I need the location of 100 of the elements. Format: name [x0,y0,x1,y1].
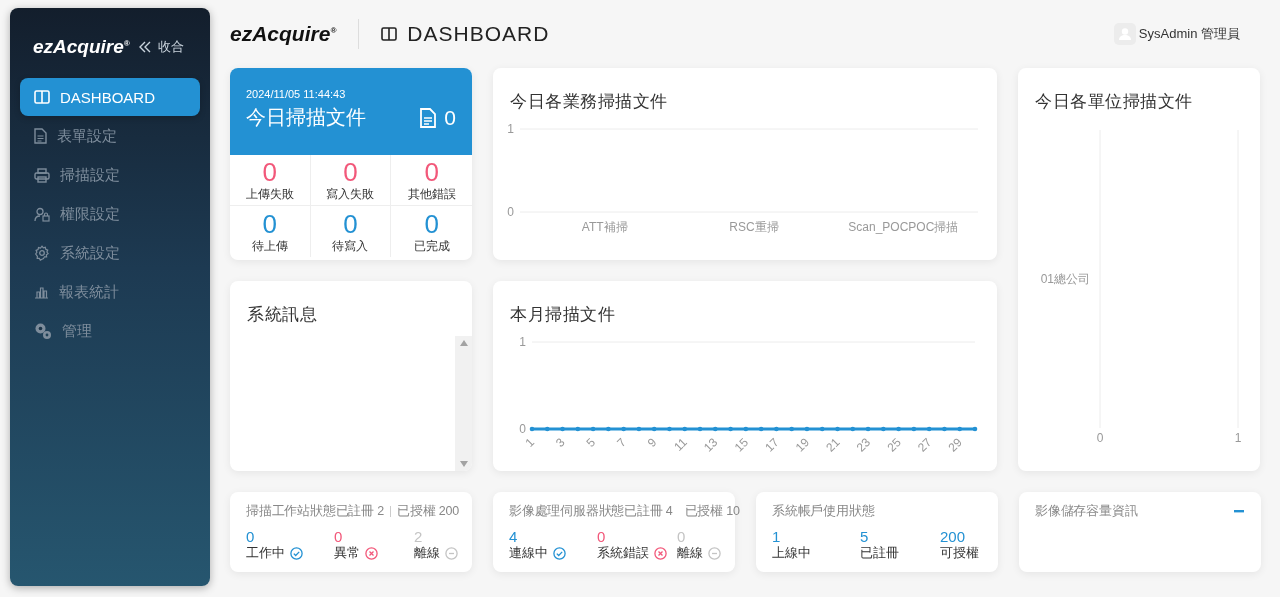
status-count: 1 [772,529,782,545]
status-label: 已註冊 [860,545,899,562]
minus-circle-icon [445,547,458,560]
columns-icon [34,90,50,104]
data-point [560,426,565,432]
license-count: 已授權 10 [684,503,740,520]
stat-value: 0 [424,210,439,238]
data-point [881,426,886,432]
data-point [697,426,703,432]
axis-tick-label: 1 [1234,431,1242,445]
sidebar-item[interactable]: 報表統計 [20,273,200,311]
data-point [606,426,611,432]
status-label: 離線 [677,545,703,562]
status-count: 0 [677,529,687,545]
status-count: 0 [334,529,344,545]
sidebar-item[interactable]: DASHBOARD [20,78,200,116]
axis-tick-label: 25 [884,435,904,455]
data-point [621,426,626,432]
page-title: DASHBOARD [407,22,550,46]
data-point [728,426,733,432]
user-name[interactable]: SysAdmin 管理員 [1138,25,1240,43]
data-point [911,426,917,432]
check-circle-icon [553,547,566,560]
panel-title: 影像儲存容量資訊 [1035,503,1138,520]
sidebar-item[interactable]: 掃描設定 [20,156,200,194]
double-chevron-left-icon [137,40,152,54]
category-label: 01總公司 [1040,272,1090,286]
stat-value: 0 [424,158,439,186]
axis-tick-label: 0 [507,205,514,219]
data-point [758,426,764,432]
stat-label: 待上傳 [251,238,288,255]
collapse-icon[interactable] [1234,510,1244,513]
data-point [545,426,550,432]
panel-title: 系統帳戶使用狀態 [772,503,875,520]
axis-tick-label: 11 [671,435,690,454]
data-point [575,426,581,432]
data-point [774,426,779,432]
document-icon [420,107,437,128]
axis-tick-label: 1 [507,122,514,136]
data-point [713,426,718,432]
axis-tick-label: 1 [522,435,538,450]
card-title: 系統訊息 [246,304,318,326]
document-icon [34,128,47,144]
data-point [804,426,810,432]
x-circle-icon [365,547,378,560]
axis-tick-label: 13 [701,435,721,455]
data-point [957,426,962,432]
status-label: 離線 [414,545,440,562]
card-title: 今日各單位掃描文件 [1034,91,1194,113]
printer-icon [34,167,50,183]
axis-tick-label: 27 [914,435,935,455]
x-circle-icon [654,547,667,560]
data-point [651,426,657,432]
stat-value: 0 [262,158,278,186]
scroll-down-icon[interactable] [459,461,468,467]
data-point [819,426,825,432]
axis-tick-label: 0 [1096,431,1104,445]
sidebar-item[interactable]: 管理 [20,312,200,350]
data-point [636,426,642,432]
document-count: 0 [444,105,456,130]
card-title: 今日掃描文件 [246,105,366,130]
sidebar-item[interactable]: 權限設定 [20,195,200,233]
data-point [942,426,947,432]
data-point [667,426,672,432]
sidebar-item[interactable]: 表單設定 [20,117,200,155]
axis-tick-label: 3 [553,435,568,450]
status-label: 上線中 [772,545,811,562]
stat-label: 其他錯誤 [407,186,456,203]
stat-label: 待寫入 [332,238,369,255]
scrollbar[interactable] [455,336,472,471]
collapse-button[interactable]: 收合 [137,38,184,56]
user-lock-icon [34,206,50,222]
license-count: 已授權 200 [397,503,459,520]
axis-tick-label: 23 [853,435,874,455]
category-label: ATT補掃 [581,220,628,234]
stat-label: 已完成 [413,238,450,255]
axis-tick-label: 0 [519,422,526,436]
scroll-up-icon[interactable] [459,340,468,346]
gears-icon [34,322,52,340]
stat-label: 寫入失敗 [326,186,375,203]
status-count: 4 [509,529,519,545]
header-logo: ezAcquire$^{®}$ [230,22,337,46]
category-label: Scan_POCPOC掃描 [848,220,959,234]
category-label: RSC重掃 [729,220,779,234]
status-label: 系統錯誤 [597,545,649,562]
stat-value: 0 [262,210,278,238]
data-point [529,426,535,432]
minus-circle-icon [708,547,721,560]
sidebar-item[interactable]: 系統設定 [20,234,200,272]
axis-tick-label: 21 [823,435,843,455]
data-point [743,426,749,432]
stat-label: 上傳失敗 [245,186,294,203]
status-count: 200 [940,529,967,545]
axis-tick-label: 29 [945,435,965,455]
columns-icon [381,27,398,41]
axis-tick-label: 19 [792,435,813,455]
panel-title: 影像處理伺服器狀態已註冊 4 [509,503,673,520]
axis-tick-label: 7 [614,435,629,450]
data-point [789,426,794,432]
status-count: 0 [597,529,607,545]
